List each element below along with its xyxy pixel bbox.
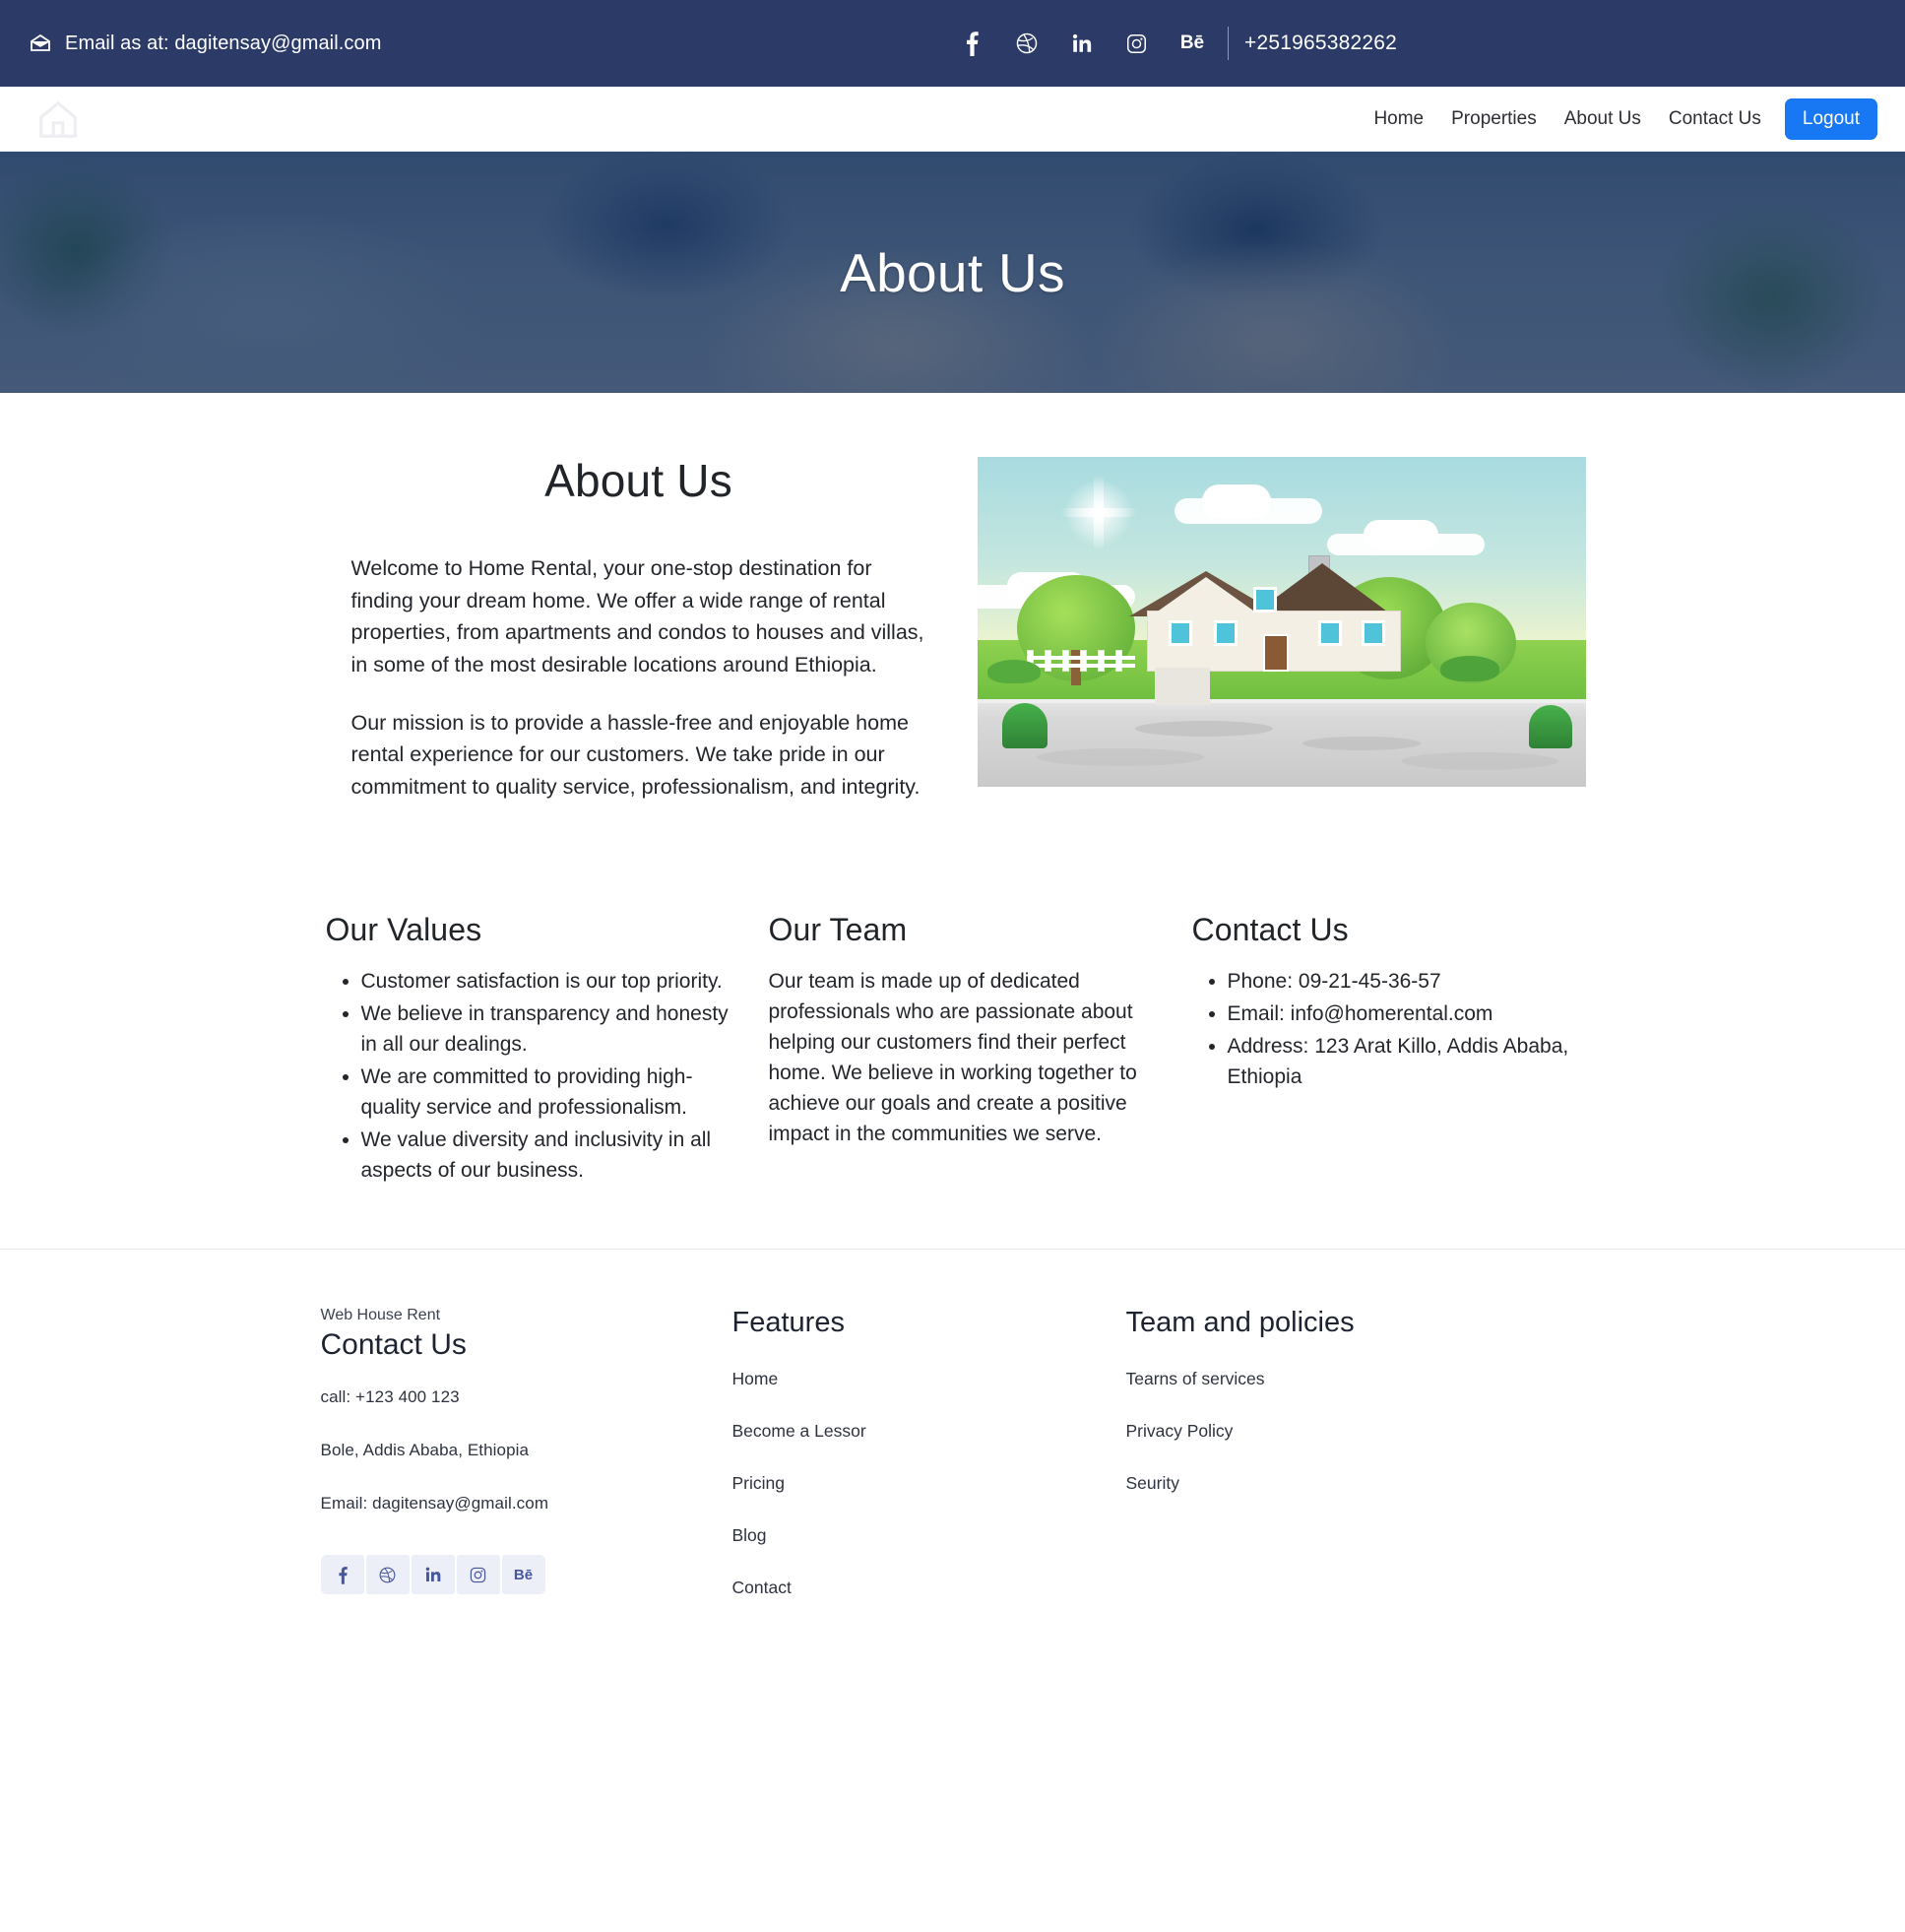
road-puddle-2 xyxy=(1302,737,1421,750)
about-paragraph-2: Our mission is to provide a hassle-free … xyxy=(350,710,921,800)
linkedin-icon[interactable] xyxy=(411,1555,455,1595)
road-puddle-1 xyxy=(1134,721,1273,737)
list-item: We are committed to providing high-quali… xyxy=(361,1062,733,1123)
behance-icon[interactable]: Bē xyxy=(501,1555,545,1595)
cloud-1-top xyxy=(1201,484,1271,518)
footer-phone: call: +123 400 123 xyxy=(320,1387,460,1407)
footer-link-home[interactable]: Home xyxy=(732,1369,1111,1389)
main-navbar: Home Properties About Us Contact Us Logo… xyxy=(0,87,1905,152)
grass-tuft-left xyxy=(1001,703,1048,748)
footer-policies-heading: Team and policies xyxy=(1125,1307,1355,1339)
footer-brand-column: Web House Rent Contact Us call: +123 400… xyxy=(303,1307,717,1630)
footer-contact-title: Contact Us xyxy=(320,1328,467,1362)
nav-link-properties[interactable]: Properties xyxy=(1437,100,1551,138)
bush-left xyxy=(986,660,1041,683)
walkway xyxy=(1154,668,1210,705)
road-puddle-4 xyxy=(1400,752,1558,770)
list-item: We value diversity and inclusivity in al… xyxy=(361,1125,733,1186)
list-item: Customer satisfaction is our top priorit… xyxy=(361,966,733,997)
site-footer: Web House Rent Contact Us call: +123 400… xyxy=(303,1250,1603,1699)
front-door xyxy=(1262,634,1289,672)
window-attic xyxy=(1252,587,1277,612)
picket-fence xyxy=(1026,650,1135,672)
nav-link-contact-us[interactable]: Contact Us xyxy=(1655,100,1775,138)
topbar-phone: +251965382262 xyxy=(1243,32,1397,54)
footer-social-group: Bē xyxy=(320,1555,545,1595)
envelope-icon xyxy=(30,34,51,52)
grass-tuft-right xyxy=(1528,705,1572,748)
our-values-heading: Our Values xyxy=(325,911,482,947)
footer-policies-column: Team and policies Tearns of services Pri… xyxy=(1111,1307,1524,1630)
window-4 xyxy=(1361,620,1385,646)
footer-brand-label: Web House Rent xyxy=(320,1307,441,1324)
about-heading: About Us xyxy=(544,455,732,506)
dribbble-icon[interactable] xyxy=(999,22,1054,65)
footer-link-terms-of-services[interactable]: Tearns of services xyxy=(1126,1369,1524,1389)
house-graphic xyxy=(1125,555,1421,672)
topbar-divider xyxy=(1227,27,1229,60)
list-item: We believe in transparency and honesty i… xyxy=(361,998,733,1060)
our-team-text: Our team is made up of dedicated profess… xyxy=(768,969,1137,1146)
contact-us-column: Contact Us Phone: 09-21-45-36-57 Email: … xyxy=(1175,912,1588,1189)
about-paragraph-1: Welcome to Home Rental, your one-stop de… xyxy=(350,556,924,677)
bush-right xyxy=(1439,656,1499,681)
nav-link-home[interactable]: Home xyxy=(1360,100,1437,138)
dribbble-icon[interactable] xyxy=(365,1555,410,1595)
sun-ray-horizontal xyxy=(1059,508,1137,517)
topbar-email-text: Email as at: dagitensay@gmail.com xyxy=(65,32,382,54)
footer-link-contact[interactable]: Contact xyxy=(732,1578,1111,1598)
list-item: Email: info@homerental.com xyxy=(1228,998,1570,1029)
footer-features-column: Features Home Become a Lessor Pricing Bl… xyxy=(717,1307,1111,1630)
topbar-social-group: Bē +251965382262 xyxy=(944,22,1870,65)
facebook-icon[interactable] xyxy=(320,1555,364,1595)
hero-title: About Us xyxy=(840,241,1065,303)
footer-link-privacy-policy[interactable]: Privacy Policy xyxy=(1126,1421,1524,1442)
our-values-column: Our Values Customer satisfaction is our … xyxy=(318,912,751,1189)
footer-link-pricing[interactable]: Pricing xyxy=(732,1473,1111,1494)
logout-button[interactable]: Logout xyxy=(1784,97,1877,140)
footer-features-heading: Features xyxy=(731,1307,845,1339)
about-section: About Us Welcome to Home Rental, your on… xyxy=(318,393,1588,829)
linkedin-icon[interactable] xyxy=(1054,22,1110,65)
topbar-email-group: Email as at: dagitensay@gmail.com xyxy=(30,32,382,55)
cloud-2-top xyxy=(1363,520,1438,549)
instagram-icon[interactable] xyxy=(1110,22,1165,65)
contact-us-heading: Contact Us xyxy=(1191,911,1349,947)
window-2 xyxy=(1213,620,1238,646)
list-item: Phone: 09-21-45-36-57 xyxy=(1228,966,1570,997)
footer-link-blog[interactable]: Blog xyxy=(732,1525,1111,1546)
window-3 xyxy=(1317,620,1342,646)
our-values-list: Customer satisfaction is our top priorit… xyxy=(326,966,733,1187)
road xyxy=(977,703,1586,787)
gable-left xyxy=(1144,577,1267,620)
footer-link-become-a-lessor[interactable]: Become a Lessor xyxy=(732,1421,1111,1442)
info-columns: Our Values Customer satisfaction is our … xyxy=(318,829,1588,1189)
hero-banner: About Us xyxy=(0,152,1905,393)
facebook-icon[interactable] xyxy=(944,22,999,65)
our-team-column: Our Team Our team is made up of dedicate… xyxy=(751,912,1175,1189)
footer-link-security[interactable]: Seurity xyxy=(1126,1473,1524,1494)
house-logo-icon[interactable] xyxy=(35,97,81,142)
navbar-links: Home Properties About Us Contact Us Logo… xyxy=(1360,97,1877,140)
list-item: Address: 123 Arat Killo, Addis Ababa, Et… xyxy=(1228,1031,1570,1092)
top-contact-bar: Email as at: dagitensay@gmail.com Bē +25… xyxy=(0,0,1905,87)
page-content: About Us Welcome to Home Rental, your on… xyxy=(0,393,1905,1699)
footer-address: Bole, Addis Ababa, Ethiopia xyxy=(320,1441,530,1460)
our-team-heading: Our Team xyxy=(768,911,908,947)
behance-icon[interactable]: Bē xyxy=(1165,22,1220,65)
footer-email: Email: dagitensay@gmail.com xyxy=(320,1494,549,1513)
window-1 xyxy=(1168,620,1192,646)
road-puddle-3 xyxy=(1036,748,1204,766)
about-image-column xyxy=(977,454,1588,829)
instagram-icon[interactable] xyxy=(456,1555,500,1595)
about-text-column: About Us Welcome to Home Rental, your on… xyxy=(318,454,948,829)
contact-us-list: Phone: 09-21-45-36-57 Email: info@homere… xyxy=(1192,966,1570,1092)
nav-link-about-us[interactable]: About Us xyxy=(1551,100,1655,138)
house-illustration xyxy=(977,457,1586,787)
